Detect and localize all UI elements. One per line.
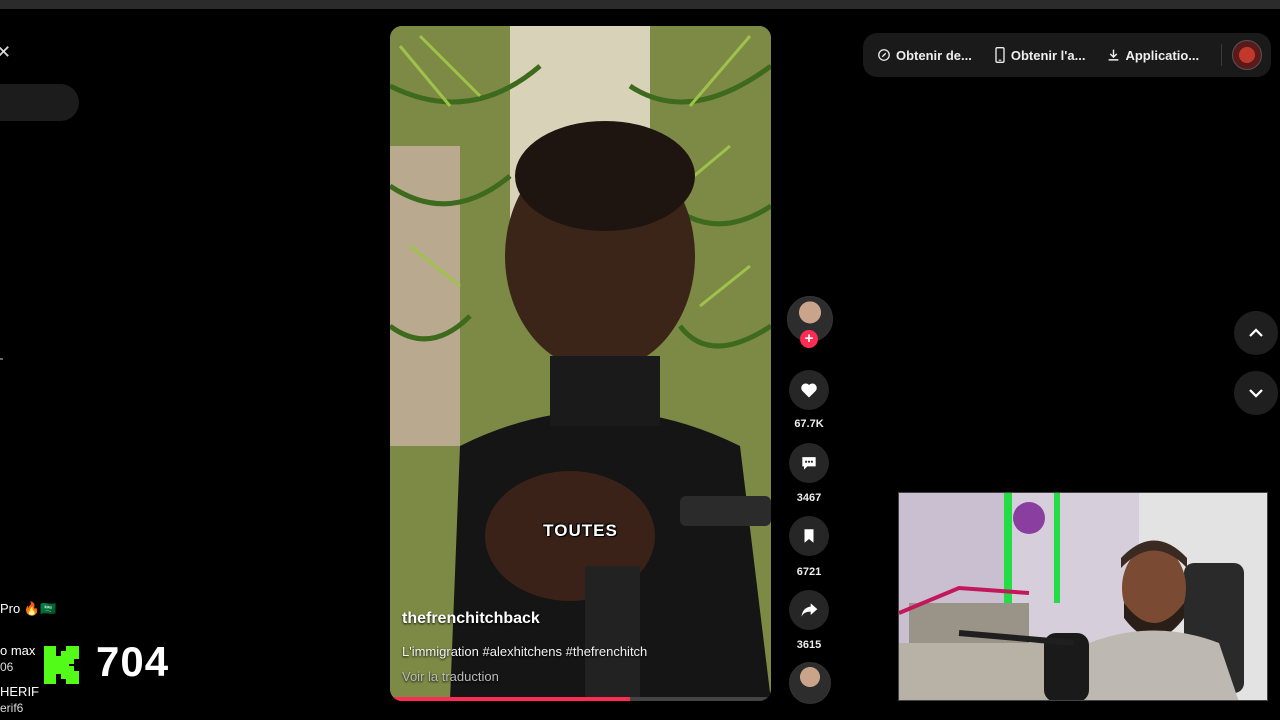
- chat-handle-2: 06: [0, 660, 14, 674]
- webcam-feed: [899, 493, 1267, 700]
- profile-avatar[interactable]: [1232, 40, 1263, 70]
- heart-icon: [801, 383, 817, 398]
- phone-icon: [995, 47, 1005, 63]
- chevron-up-icon: [1249, 328, 1263, 337]
- save-count: 6721: [796, 566, 822, 578]
- share-count: 3615: [796, 639, 822, 651]
- download-icon: [1109, 49, 1119, 61]
- music-disc-avatar[interactable]: [789, 662, 831, 704]
- like-count: 67.7K: [794, 418, 824, 430]
- next-video-button[interactable]: [1234, 371, 1278, 415]
- divider: [0, 358, 3, 360]
- close-icon[interactable]: ✕: [0, 42, 11, 63]
- chat-username-1: Pro 🔥🇸🇦: [0, 601, 57, 616]
- header-actions: Obtenir de... Obtenir l'a... Applicatio.…: [863, 33, 1271, 77]
- desktop-app-button[interactable]: Applicatio...: [1107, 48, 1199, 63]
- follow-button[interactable]: +: [800, 330, 818, 348]
- chat-username-2: o max: [0, 643, 36, 658]
- chat-username-3: HERIF: [0, 684, 39, 699]
- kick-logo-icon: [44, 646, 79, 684]
- share-button[interactable]: [789, 590, 829, 630]
- comment-count: 3467: [796, 492, 822, 504]
- header-divider: [1221, 44, 1223, 66]
- chevron-down-icon: [1249, 389, 1263, 398]
- get-coins-label: Obtenir de...: [896, 47, 972, 63]
- video-frame: [390, 26, 771, 701]
- get-coins-button[interactable]: Obtenir de...: [877, 48, 972, 63]
- browser-top-bar: [0, 0, 1280, 9]
- previous-video-button[interactable]: [1234, 311, 1278, 355]
- viewer-count: 704: [96, 638, 170, 685]
- coin-icon: [878, 49, 890, 61]
- video-progress-fill: [390, 697, 631, 701]
- desktop-app-label: Applicatio...: [1125, 47, 1200, 63]
- streamer-webcam: [898, 492, 1268, 701]
- comment-button[interactable]: [789, 443, 829, 483]
- search-bar[interactable]: [0, 84, 79, 121]
- video-description[interactable]: L'immigration #alexhitchens #thefrenchit…: [402, 644, 647, 659]
- comment-icon: [802, 457, 816, 470]
- bookmark-icon: [804, 529, 814, 543]
- like-button[interactable]: [789, 370, 829, 410]
- video-progress-bar[interactable]: [390, 697, 771, 701]
- translate-link[interactable]: Voir la traduction: [402, 669, 499, 684]
- share-icon: [801, 603, 818, 617]
- chat-handle-3: erif6: [0, 701, 24, 715]
- video-caption: TOUTES: [543, 521, 618, 540]
- get-app-button[interactable]: Obtenir l'a...: [994, 47, 1086, 63]
- video-player[interactable]: TOUTES thefrenchitchback L'immigration #…: [390, 26, 771, 701]
- get-app-label: Obtenir l'a...: [1010, 47, 1086, 63]
- save-button[interactable]: [789, 516, 829, 556]
- video-author[interactable]: thefrenchitchback: [402, 610, 540, 628]
